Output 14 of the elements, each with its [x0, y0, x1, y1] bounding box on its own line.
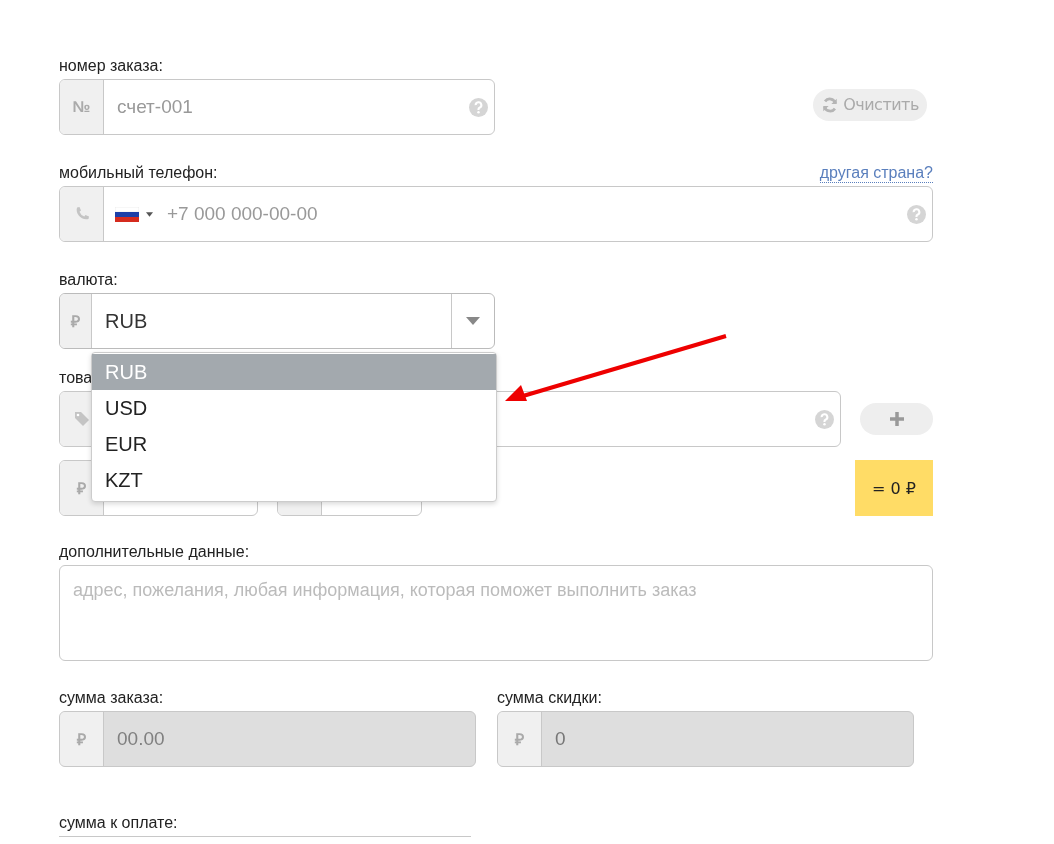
field-label: сумма к оплате:: [59, 813, 178, 833]
selected-value: RUB: [104, 309, 149, 333]
ruble-sign: ₽: [498, 712, 542, 766]
field-label: сумма заказа:: [59, 688, 164, 708]
ruble-sign: ₽: [60, 294, 92, 348]
field-label: сумма скидки:: [497, 688, 602, 708]
number-sign: №: [60, 80, 104, 134]
field-label: дополнительные данные:: [59, 542, 250, 562]
field-label: номер заказа:: [59, 56, 163, 76]
total-amount: = 0 ₽: [855, 460, 933, 516]
field-label: мобильный телефон:: [59, 163, 218, 183]
field-label: това: [59, 368, 93, 388]
ruble-sign: ₽: [60, 712, 104, 766]
field-label: валюта:: [59, 270, 118, 290]
